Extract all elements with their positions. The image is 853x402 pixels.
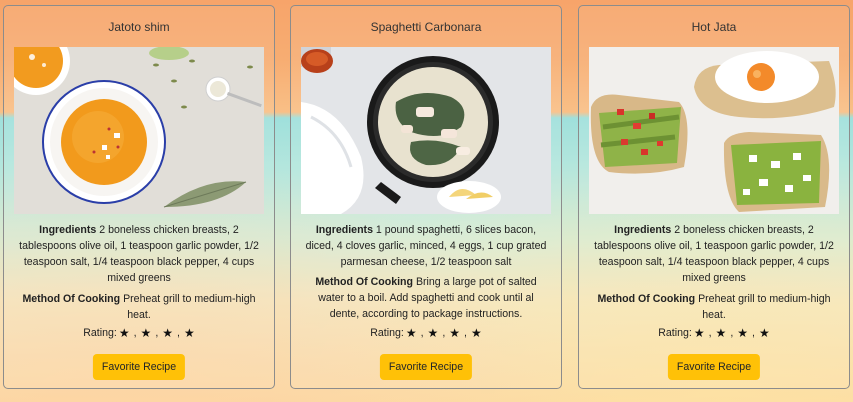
ingredients-text: Ingredients 1 pound spaghetti, 6 slices … [301, 222, 551, 270]
method-text: Method Of Cooking Preheat grill to mediu… [18, 291, 260, 323]
star-icon: ★ [449, 326, 461, 340]
recipe-card: Hot Jata Ingredients 2 boneless chicken … [578, 5, 850, 389]
rating-label: Rating: [370, 327, 404, 339]
star-icon: ★ [162, 326, 174, 340]
favorite-recipe-button[interactable]: Favorite Recipe [379, 354, 473, 380]
star-icon: ★ [737, 326, 749, 340]
ingredients-text: Ingredients 2 boneless chicken breasts, … [589, 222, 839, 286]
method-value: Preheat grill to medium-high heat. [123, 293, 256, 321]
rating: Rating: ★, ★, ★, ★ [658, 326, 770, 340]
method-value: Preheat grill to medium-high heat. [698, 293, 831, 321]
ingredients-label: Ingredients [39, 224, 97, 236]
favorite-recipe-button[interactable]: Favorite Recipe [667, 354, 761, 380]
recipe-image-avocado-toast [589, 47, 839, 214]
recipe-image-spaghetti-carbonara [301, 47, 551, 214]
ingredients-text: Ingredients 2 boneless chicken breasts, … [14, 222, 264, 286]
recipe-title: Hot Jata [691, 20, 737, 34]
star-icon: ★ [405, 326, 417, 340]
ingredients-label: Ingredients [315, 224, 373, 236]
recipe-image-pumpkin-soup [14, 47, 264, 214]
method-text: Method Of Cooking Preheat grill to mediu… [593, 291, 835, 323]
star-icon: ★ [470, 326, 482, 340]
rating-label: Rating: [83, 327, 117, 339]
method-label: Method Of Cooking [22, 293, 121, 305]
method-label: Method Of Cooking [315, 276, 413, 288]
ingredients-label: Ingredients [614, 224, 672, 236]
rating-label: Rating: [658, 327, 692, 339]
recipe-title: Jatoto shim [108, 20, 170, 34]
star-icon: ★ [427, 326, 439, 340]
star-icon: ★ [758, 326, 770, 340]
star-icon: ★ [693, 326, 705, 340]
method-text: Method Of Cooking Bring a large pot of s… [305, 274, 547, 322]
favorite-recipe-button[interactable]: Favorite Recipe [92, 354, 186, 380]
recipe-card: Jatoto shim Ingredients 2 boneless chick… [3, 5, 275, 389]
star-icon: ★ [140, 326, 152, 340]
star-icon: ★ [183, 326, 195, 340]
recipe-card: Spaghetti Carbonara Ingredients 1 pound … [290, 5, 562, 389]
recipe-title: Spaghetti Carbonara [370, 20, 482, 34]
method-label: Method Of Cooking [597, 293, 696, 305]
star-icon: ★ [715, 326, 727, 340]
rating: Rating: ★, ★, ★, ★ [83, 326, 195, 340]
star-icon: ★ [118, 326, 130, 340]
recipe-card-list: Jatoto shim Ingredients 2 boneless chick… [0, 0, 853, 402]
rating: Rating: ★, ★, ★, ★ [370, 326, 482, 340]
